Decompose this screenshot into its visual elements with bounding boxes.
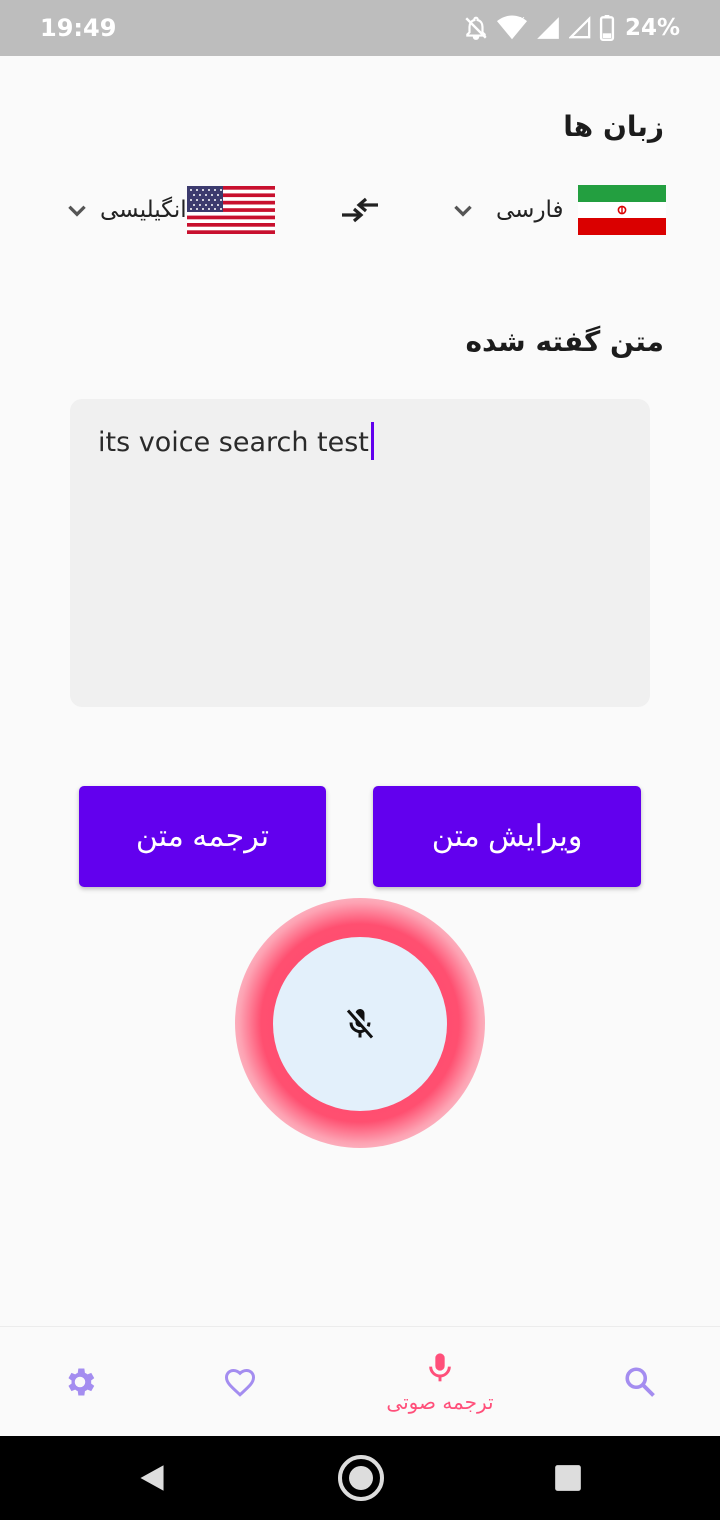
usa-flag-icon bbox=[186, 186, 275, 234]
status-time: 19:49 bbox=[40, 14, 117, 42]
settings-icon bbox=[68, 1368, 95, 1396]
svg-text:x: x bbox=[519, 15, 524, 25]
signal-icon bbox=[537, 17, 559, 39]
swap-icon bbox=[342, 197, 378, 223]
back-icon bbox=[140, 1465, 164, 1491]
notifications-off-icon bbox=[465, 16, 487, 40]
text-caret bbox=[370, 421, 374, 460]
recents-icon bbox=[555, 1465, 581, 1491]
nav-settings[interactable] bbox=[40, 1327, 120, 1437]
languages-title: زبان ها bbox=[563, 110, 664, 143]
recents-button[interactable] bbox=[550, 1436, 586, 1520]
translate-text-button[interactable]: ترجمه متن bbox=[79, 786, 326, 887]
home-button[interactable] bbox=[334, 1436, 388, 1520]
chevron-down-icon bbox=[454, 205, 472, 217]
nav-voice-translate-label: ترجمه صوتی bbox=[386, 1390, 494, 1414]
swap-languages-button[interactable] bbox=[340, 190, 380, 230]
edit-text-button[interactable]: ویرایش متن bbox=[373, 786, 641, 887]
status-icons: x 24% bbox=[463, 12, 680, 44]
chevron-down-icon bbox=[68, 205, 86, 217]
iran-flag-icon bbox=[577, 185, 666, 235]
spoken-text-field[interactable]: its voice search test bbox=[70, 399, 650, 707]
back-button[interactable] bbox=[130, 1436, 174, 1520]
mic-icon bbox=[429, 1353, 451, 1382]
target-language-label: انگیلیسی bbox=[100, 197, 187, 223]
wifi-icon: x bbox=[496, 15, 527, 40]
status-bar: 19:49 x 24% bbox=[0, 0, 720, 56]
nav-favorites[interactable] bbox=[200, 1327, 280, 1437]
target-language-selector[interactable]: انگیلیسی bbox=[64, 180, 275, 240]
spoken-text-value: its voice search test bbox=[98, 421, 374, 460]
system-navigation-bar bbox=[0, 1436, 720, 1520]
battery-percent: 24% bbox=[624, 15, 680, 41]
mic-button[interactable] bbox=[273, 937, 447, 1111]
source-language-label: فارسی bbox=[496, 197, 564, 223]
nav-voice-translate[interactable]: ترجمه صوتی bbox=[370, 1327, 510, 1437]
signal-icon-2 bbox=[568, 16, 591, 39]
home-icon bbox=[338, 1455, 384, 1501]
bottom-navigation: ترجمه صوتی bbox=[0, 1326, 720, 1436]
mic-off-icon bbox=[346, 1008, 374, 1039]
nav-search[interactable] bbox=[600, 1327, 680, 1437]
heart-icon bbox=[225, 1368, 255, 1397]
source-language-selector[interactable]: فارسی bbox=[450, 180, 666, 240]
search-icon bbox=[625, 1367, 655, 1397]
spoken-text-title: متن گفته شده bbox=[465, 325, 664, 358]
battery-icon bbox=[599, 15, 615, 41]
